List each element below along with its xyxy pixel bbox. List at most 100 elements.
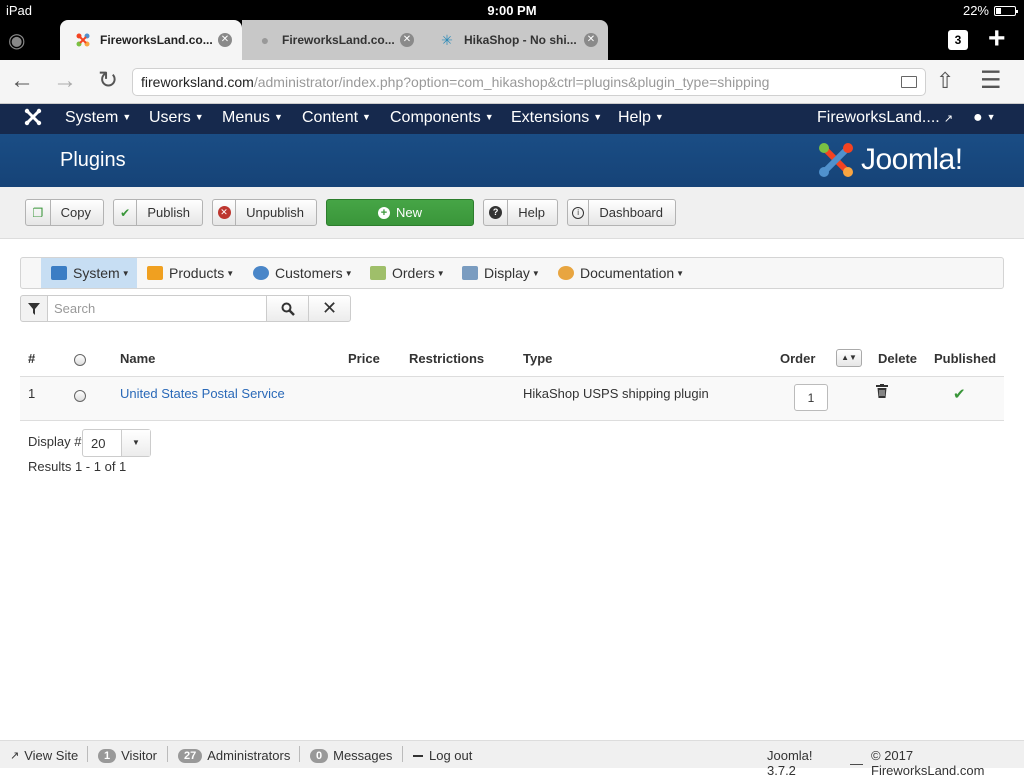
orders-icon xyxy=(370,266,386,280)
tab-count-button[interactable]: 3 xyxy=(948,30,968,50)
visitors-status[interactable]: 1 Visitor xyxy=(98,748,157,763)
col-delete: Delete xyxy=(878,351,918,366)
nav-help[interactable]: Help ▼ xyxy=(618,109,664,127)
nav-system[interactable]: System ▼ xyxy=(65,109,131,127)
url-field[interactable]: fireworksland.com/administrator/index.ph… xyxy=(132,68,926,96)
col-restrictions: Restrictions xyxy=(409,351,485,366)
private-mask-icon[interactable]: ◉ xyxy=(8,28,25,53)
tab-hikashop[interactable]: ✳ HikaShop - No shi... ✕ xyxy=(424,20,608,60)
check-icon: ✔ xyxy=(114,200,138,225)
back-arrow-icon[interactable]: ← xyxy=(10,68,34,94)
publish-button[interactable]: ✔ Publish xyxy=(113,199,203,226)
trash-icon[interactable] xyxy=(876,384,888,401)
hika-menu-products[interactable]: Products ▼ xyxy=(147,258,234,288)
row-type: HikaShop USPS shipping plugin xyxy=(523,386,709,401)
published-check-icon[interactable]: ✔ xyxy=(953,385,966,403)
user-icon[interactable]: ● ▼ xyxy=(973,109,996,127)
globe-favicon-icon: ● xyxy=(260,32,270,48)
chevron-down-icon: ▼ xyxy=(121,430,150,456)
logout-link[interactable]: Log out xyxy=(413,748,472,763)
nav-menus[interactable]: Menus ▼ xyxy=(222,109,283,127)
info-icon: i xyxy=(568,200,590,225)
col-number: # xyxy=(28,351,36,366)
row-checkbox[interactable] xyxy=(74,390,86,402)
col-price: Price xyxy=(348,351,380,366)
results-count: Results 1 - 1 of 1 xyxy=(28,459,127,474)
col-name[interactable]: Name xyxy=(120,351,155,366)
hika-menu-orders[interactable]: Orders ▼ xyxy=(370,258,445,288)
joomla-logo: Joomla! xyxy=(817,141,963,179)
reader-view-icon[interactable] xyxy=(901,76,917,88)
footer-copyright: Joomla! 3.7.2— © 2017 FireworksLand.com xyxy=(767,748,985,778)
help-button[interactable]: ? Help xyxy=(483,199,558,226)
row-number: 1 xyxy=(28,386,36,401)
reload-icon[interactable]: ↻ xyxy=(98,68,118,94)
documentation-icon xyxy=(558,266,574,280)
select-all-checkbox[interactable] xyxy=(74,354,86,366)
tab-close-icon[interactable]: ✕ xyxy=(400,33,414,47)
customers-icon xyxy=(253,266,269,280)
menu-icon[interactable]: ☰ xyxy=(980,68,1002,94)
ios-status-bar: iPad 9:00 PM 22% xyxy=(0,0,1024,20)
dashboard-button[interactable]: i Dashboard xyxy=(567,199,676,226)
display-limit-select[interactable]: 20 ▼ xyxy=(82,429,151,457)
external-link-icon: ↗ xyxy=(10,750,20,762)
site-name-link[interactable]: FireworksLand.... ↗ xyxy=(817,109,953,127)
messages-status[interactable]: 0 Messages xyxy=(310,748,392,763)
hika-menu-customers[interactable]: Customers ▼ xyxy=(253,258,353,288)
forward-arrow-icon[interactable]: → xyxy=(53,68,77,94)
minus-icon xyxy=(413,754,423,757)
display-icon xyxy=(462,266,478,280)
admins-status[interactable]: 27 Administrators xyxy=(178,748,290,763)
joomla-favicon-icon xyxy=(74,31,92,49)
copy-icon: ❐ xyxy=(26,200,51,225)
hikashop-menu: System ▼ Products ▼ Customers ▼ Orders ▼ Dis… xyxy=(20,257,1004,289)
action-toolbar: ❐ Copy ✔ Publish ✕ Unpublish + New ? Hel… xyxy=(0,187,1024,239)
new-tab-button[interactable]: + xyxy=(988,24,1006,54)
nav-extensions[interactable]: Extensions ▼ xyxy=(511,109,602,127)
battery-percent: 22% xyxy=(962,3,989,18)
view-site-link[interactable]: ↗ View Site xyxy=(10,748,78,763)
col-type[interactable]: Type xyxy=(523,351,552,366)
page-header: Plugins Joomla! xyxy=(0,134,1024,187)
joomla-wordmark: Joomla! xyxy=(861,143,963,176)
hika-menu-documentation[interactable]: Documentation ▼ xyxy=(558,258,684,288)
status-footer: ↗ View Site 1 Visitor 27 Administrators 0 Me… xyxy=(0,740,1024,778)
tab-close-icon[interactable]: ✕ xyxy=(218,33,232,47)
display-label: Display # xyxy=(28,434,82,449)
search-button[interactable] xyxy=(266,295,309,322)
tab-title: FireworksLand.co... xyxy=(282,33,395,47)
tab-fireworksland-2[interactable]: ● FireworksLand.co... ✕ xyxy=(242,20,424,60)
admin-top-nav: System ▼ Users ▼ Menus ▼ Content ▼ Component… xyxy=(0,104,1024,134)
joomla-logo-icon xyxy=(819,143,853,177)
browser-tab-bar: ◉ FireworksLand.co... ✕ ● FireworksLand.… xyxy=(0,20,1024,60)
tab-title: FireworksLand.co... xyxy=(100,33,213,47)
tab-close-icon[interactable]: ✕ xyxy=(584,33,598,47)
sort-order-icon[interactable]: ▲▼ xyxy=(836,349,862,367)
plugin-name-link[interactable]: United States Postal Service xyxy=(120,386,285,401)
order-input[interactable]: 1 xyxy=(794,384,828,411)
nav-content[interactable]: Content ▼ xyxy=(302,109,371,127)
tab-fireworksland-1[interactable]: FireworksLand.co... ✕ xyxy=(60,20,242,60)
nav-users[interactable]: Users ▼ xyxy=(149,109,204,127)
wrench-icon xyxy=(51,266,67,280)
browser-nav-bar: ← → ↻ fireworksland.com/administrator/in… xyxy=(0,60,1024,104)
nav-components[interactable]: Components ▼ xyxy=(390,109,494,127)
unpublish-button[interactable]: ✕ Unpublish xyxy=(212,199,317,226)
hikashop-favicon-icon: ✳ xyxy=(441,31,453,48)
url-domain: fireworksland.com xyxy=(141,74,254,90)
hika-menu-display[interactable]: Display ▼ xyxy=(462,258,540,288)
hika-menu-system[interactable]: System ▼ xyxy=(41,258,137,288)
clear-search-button[interactable]: ✕ xyxy=(308,295,351,322)
page-title: Plugins xyxy=(60,149,126,171)
col-published[interactable]: Published xyxy=(934,351,996,366)
copy-button[interactable]: ❐ Copy xyxy=(25,199,104,226)
url-path: /administrator/index.php?option=com_hika… xyxy=(253,74,770,90)
battery-icon xyxy=(994,5,1018,16)
joomla-icon[interactable] xyxy=(24,108,42,131)
products-icon xyxy=(147,266,163,280)
new-button[interactable]: + New xyxy=(326,199,474,226)
search-input[interactable] xyxy=(47,295,267,322)
col-order[interactable]: Order xyxy=(780,351,815,366)
share-icon[interactable]: ⇧ xyxy=(936,68,954,94)
